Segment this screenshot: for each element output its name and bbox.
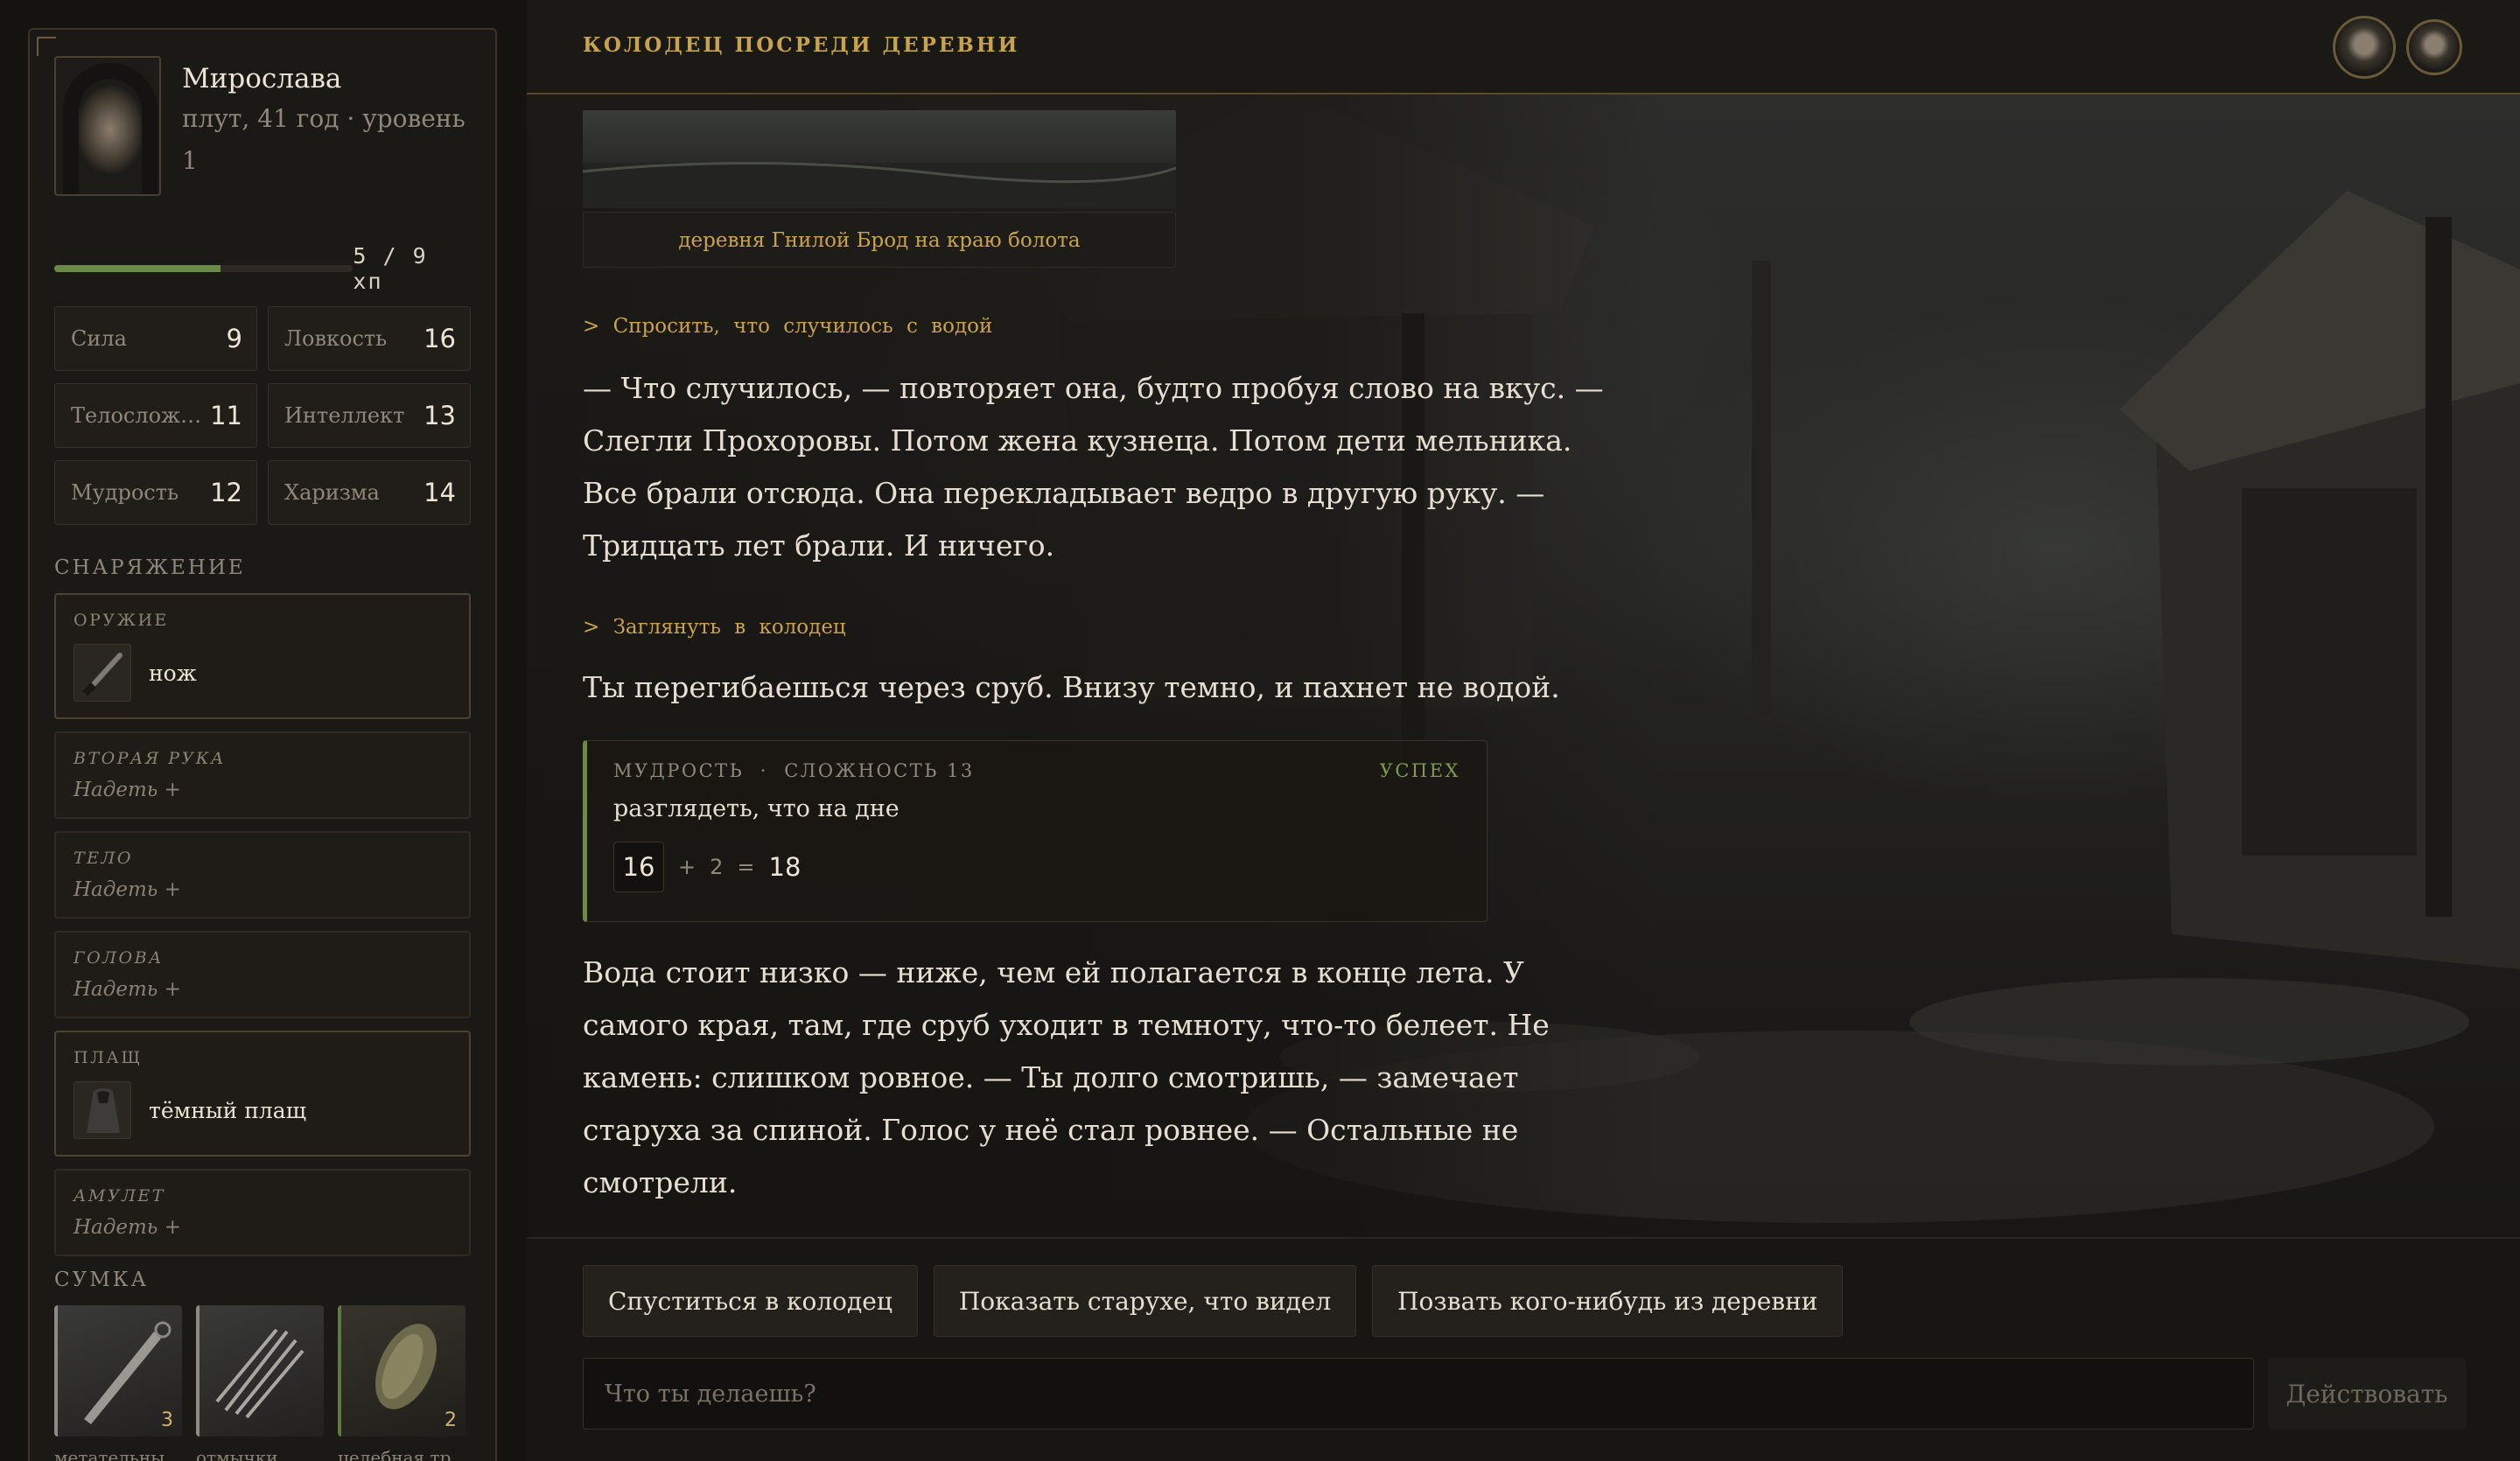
slot-offhand[interactable]: ВТОРАЯ РУКА Надеть + (54, 731, 471, 819)
stat-value: 9 (226, 324, 242, 353)
stat-name: Ловкость (284, 326, 388, 351)
slot-head[interactable]: ГОЛОВА Надеть + (54, 931, 471, 1018)
character-name: Мирослава (182, 63, 342, 94)
slot-item-name: нож (149, 660, 197, 686)
stat-wisdom[interactable]: Мудрость 12 (54, 460, 257, 525)
lockpicks-icon (215, 1328, 304, 1419)
bag-item-count: 2 (444, 1409, 457, 1431)
player-avatar[interactable] (2333, 16, 2396, 79)
choice-list: Спуститься в колодец Показать старухе, ч… (583, 1265, 1844, 1337)
skill-check-header: МУДРОСТЬ · СЛОЖНОСТЬ 13 УСПЕХ (613, 760, 1460, 781)
slot-label: ВТОРАЯ РУКА (74, 749, 226, 768)
top-bar: КОЛОДЕЦ ПОСРЕДИ ДЕРЕВНИ (527, 0, 2520, 94)
choice-call-villager[interactable]: Позвать кого-нибудь из деревни (1372, 1265, 1844, 1337)
stat-value: 11 (210, 401, 242, 430)
character-profile: Мирослава плут, 41 год · уровень 1 (54, 56, 471, 245)
slot-item-name: тёмный плащ (149, 1097, 306, 1123)
equip-button[interactable]: Надеть + (74, 878, 452, 901)
slot-weapon[interactable]: ОРУЖИЕ нож (54, 593, 471, 719)
roll-total: 18 (768, 852, 802, 882)
narration-paragraph: Вода стоит низко — ниже, чем ей полагает… (583, 955, 1550, 1199)
check-difficulty: СЛОЖНОСТЬ 13 (784, 760, 975, 781)
equip-button[interactable]: Надеть + (74, 1216, 452, 1239)
slot-cloak[interactable]: ПЛАЩ тёмный плащ (54, 1031, 471, 1157)
stat-name: Харизма (284, 480, 380, 505)
player-action-echo: > Заглянуть в колодец (583, 616, 846, 639)
stat-value: 12 (210, 478, 242, 507)
bag-item-name: метательны… (54, 1447, 182, 1461)
equipment-title: СНАРЯЖЕНИЕ (54, 556, 246, 579)
bag-item-name: целебная тр… (338, 1447, 466, 1461)
cloak-icon (74, 1081, 131, 1139)
knife-icon (74, 644, 131, 702)
slot-amulet[interactable]: АМУЛЕТ Надеть + (54, 1169, 471, 1256)
stat-strength[interactable]: Сила 9 (54, 306, 257, 371)
roll-plus: + (678, 855, 696, 879)
stat-name: Мудрость (71, 480, 179, 505)
slot-label: АМУЛЕТ (74, 1186, 165, 1206)
stat-value: 16 (424, 324, 456, 353)
bag-title: СУМКА (54, 1269, 149, 1291)
bag-item-lockpicks[interactable] (196, 1305, 324, 1437)
slot-item: нож (74, 644, 452, 702)
skill-check-title: МУДРОСТЬ · СЛОЖНОСТЬ 13 (613, 760, 975, 781)
stat-dexterity[interactable]: Ловкость 16 (268, 306, 471, 371)
player-action-echo: > Спросить, что случилось с водой (583, 315, 993, 338)
stat-name: Интеллект (284, 403, 405, 428)
slot-label: ПЛАЩ (74, 1048, 143, 1067)
bag-item-healing-herbs[interactable]: 2 (338, 1305, 466, 1437)
location-title: КОЛОДЕЦ ПОСРЕДИ ДЕРЕВНИ (583, 33, 1020, 57)
slot-label: ГОЛОВА (74, 948, 164, 968)
equip-button[interactable]: Надеть + (74, 978, 452, 1001)
character-subtitle: плут, 41 год · уровень 1 (182, 104, 466, 175)
narration-paragraph: — Что случилось, — повторяет она, будто … (583, 371, 1604, 563)
narration-paragraph: Ты перегибаешься через сруб. Внизу темно… (583, 670, 1560, 704)
hp-text: 5 / 9 хп (353, 243, 428, 294)
hp-bar (54, 265, 354, 272)
slot-body[interactable]: ТЕЛО Надеть + (54, 831, 471, 919)
action-panel: Спуститься в колодец Показать старухе, ч… (527, 1237, 2520, 1461)
character-portrait[interactable] (54, 56, 161, 196)
stat-constitution[interactable]: Телосложе… 11 (54, 383, 257, 448)
bag-labels: метательны… отмычки целебная тр… (54, 1447, 471, 1461)
companion-avatar[interactable] (2406, 19, 2462, 75)
check-description: разглядеть, что на дне (613, 795, 900, 822)
choice-descend-well[interactable]: Спуститься в колодец (583, 1265, 918, 1337)
check-result-badge: УСПЕХ (1379, 760, 1460, 781)
action-input[interactable] (583, 1358, 2254, 1430)
bag-item-name: отмычки (196, 1447, 278, 1461)
slot-label: ТЕЛО (74, 849, 133, 868)
stat-intelligence[interactable]: Интеллект 13 (268, 383, 471, 448)
bag-item-throwing-knives[interactable]: 3 (54, 1305, 182, 1437)
bag-item-count: 3 (161, 1409, 173, 1431)
slot-item: тёмный плащ (74, 1081, 452, 1139)
stat-value: 13 (424, 401, 456, 430)
location-image-caption: деревня Гнилой Брод на краю болота (583, 212, 1176, 268)
choice-show-old-woman[interactable]: Показать старухе, что видел (933, 1265, 1357, 1337)
roll-modifier: 2 (710, 855, 724, 879)
slot-label: ОРУЖИЕ (74, 611, 169, 630)
hp-row: 5 / 9 хп (54, 243, 471, 294)
roll-equals: = (737, 855, 755, 879)
bag-grid: 3 2 (54, 1305, 471, 1437)
dice-roll: 16 + 2 = 18 (613, 842, 1460, 892)
skill-check-card: МУДРОСТЬ · СЛОЖНОСТЬ 13 УСПЕХ разглядеть… (583, 740, 1488, 922)
stat-name: Телосложе… (71, 403, 211, 428)
hp-bar-fill (54, 265, 220, 272)
equip-button[interactable]: Надеть + (74, 779, 452, 801)
panel-corner-ornament (37, 37, 56, 56)
check-separator: · (760, 760, 768, 781)
location-image (583, 110, 1176, 208)
die-result: 16 (613, 842, 664, 892)
ability-scores: Сила 9 Ловкость 16 Телосложе… 11 Интеллект 1… (54, 306, 471, 525)
hood-shape (63, 63, 158, 194)
stat-name: Сила (71, 326, 127, 351)
stat-charisma[interactable]: Харизма 14 (268, 460, 471, 525)
character-sheet: Мирослава плут, 41 год · уровень 1 5 / 9… (28, 28, 497, 1461)
check-stat: МУДРОСТЬ (613, 760, 745, 781)
act-button[interactable]: Действовать (2268, 1358, 2466, 1430)
stat-value: 14 (424, 478, 456, 507)
